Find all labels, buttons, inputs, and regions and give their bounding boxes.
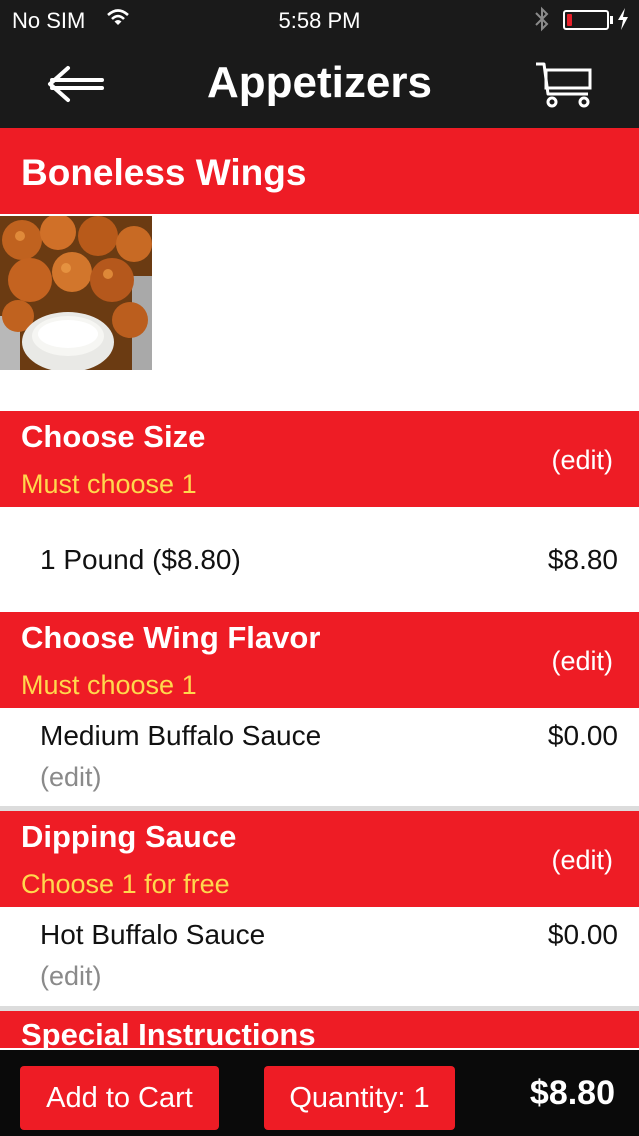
selected-option-dipping-sauce: Hot Buffalo Sauce $0.00 (edit) bbox=[0, 907, 639, 1005]
section-requirement: Must choose 1 bbox=[21, 670, 197, 700]
section-choose-wing-flavor: Choose Wing Flavor Must choose 1 (edit) bbox=[0, 612, 639, 708]
option-price: $0.00 bbox=[547, 919, 618, 950]
edit-option-link[interactable]: (edit) bbox=[40, 961, 102, 992]
bluetooth-icon bbox=[534, 6, 550, 38]
item-header: Boneless Wings bbox=[0, 128, 639, 214]
section-title: Choose Size bbox=[21, 419, 206, 454]
option-name: 1 Pound ($8.80) bbox=[40, 544, 241, 575]
item-title: Boneless Wings bbox=[21, 152, 307, 193]
battery-tip bbox=[610, 16, 613, 24]
section-title: Dipping Sauce bbox=[21, 819, 237, 854]
cart-icon[interactable] bbox=[534, 58, 594, 110]
section-choose-size: Choose Size Must choose 1 (edit) bbox=[0, 411, 639, 507]
edit-size-link[interactable]: (edit) bbox=[551, 445, 613, 476]
section-requirement: Must choose 1 bbox=[21, 469, 197, 499]
item-photo bbox=[0, 216, 152, 370]
option-name: Hot Buffalo Sauce bbox=[40, 919, 266, 950]
edit-dipping-sauce-link[interactable]: (edit) bbox=[551, 845, 613, 876]
quantity-button[interactable]: Quantity: 1 bbox=[264, 1066, 455, 1130]
top-bar: No SIM 5:58 PM Appetizers bbox=[0, 0, 639, 128]
status-bar: No SIM 5:58 PM bbox=[0, 0, 639, 40]
charging-icon bbox=[617, 8, 629, 36]
add-to-cart-button[interactable]: Add to Cart bbox=[20, 1066, 219, 1130]
section-special-instructions[interactable]: Special Instructions bbox=[0, 1011, 639, 1051]
option-price: $0.00 bbox=[547, 720, 618, 751]
section-title: Choose Wing Flavor bbox=[21, 620, 321, 655]
battery-icon bbox=[563, 10, 609, 30]
option-name: Medium Buffalo Sauce bbox=[40, 720, 322, 751]
bottom-bar: Add to Cart Quantity: 1 $8.80 bbox=[0, 1048, 639, 1136]
section-title: Special Instructions bbox=[21, 1017, 316, 1051]
edit-wing-flavor-link[interactable]: (edit) bbox=[551, 646, 613, 677]
selected-option-size: 1 Pound ($8.80) $8.80 bbox=[0, 508, 639, 612]
edit-option-link[interactable]: (edit) bbox=[40, 762, 102, 793]
battery-level bbox=[567, 14, 572, 26]
section-dipping-sauce: Dipping Sauce Choose 1 for free (edit) bbox=[0, 811, 639, 907]
order-total: $8.80 bbox=[529, 1074, 615, 1112]
section-requirement: Choose 1 for free bbox=[21, 869, 230, 899]
option-price: $8.80 bbox=[547, 544, 618, 575]
selected-option-wing-flavor: Medium Buffalo Sauce $0.00 (edit) bbox=[0, 708, 639, 806]
